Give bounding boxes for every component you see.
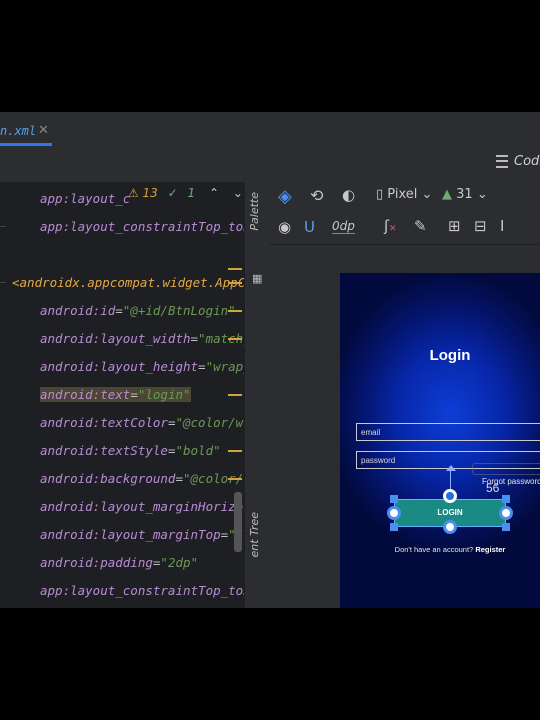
magnet-icon[interactable]: U <box>304 218 315 236</box>
editor-tab-bar: n.xml ✕ <box>0 112 540 147</box>
tab-activity-xml[interactable]: n.xml ✕ <box>0 118 52 146</box>
warning-marker[interactable] <box>228 394 242 396</box>
android-studio-window: n.xml ✕ Code ⚠ 13 ✓ 1 ⌃ ⌄ app:layout_c a… <box>0 112 540 608</box>
guidelines-icon[interactable]: ⊞ <box>448 217 461 235</box>
ok-count: 1 <box>187 186 196 200</box>
fold-marker <box>0 226 6 227</box>
warning-marker[interactable] <box>228 338 242 340</box>
code-line[interactable]: android:background="@color/tea <box>40 468 244 490</box>
component-tree-tab[interactable]: ent Tree <box>248 512 261 557</box>
code-line[interactable]: android:layout_height="wrap_con <box>40 356 244 378</box>
android-icon: ▲ <box>442 187 452 202</box>
resize-handle[interactable] <box>390 495 398 503</box>
orientation-icon[interactable]: ⟲ <box>310 186 323 205</box>
warning-marker[interactable] <box>228 450 242 452</box>
layers-icon[interactable]: ◈ <box>278 186 292 207</box>
chevron-down-icon: ⌄ <box>417 187 433 202</box>
code-line[interactable]: <androidx.appcompat.widget.AppCom <box>12 272 244 294</box>
warning-count: 13 <box>142 186 158 200</box>
resize-handle[interactable] <box>390 523 398 531</box>
design-canvas[interactable]: Login Forgot password 56 LOGIN Don't hav… <box>270 245 540 608</box>
constraint-anchor-left[interactable] <box>387 506 401 520</box>
next-highlight-icon[interactable]: ⌄ <box>233 186 243 200</box>
fold-marker <box>0 282 6 283</box>
margin-value-label: 56 <box>486 481 500 495</box>
editor-scrollbar[interactable] <box>234 492 242 552</box>
phone-icon: ▯ <box>376 187 384 202</box>
code-lines-icon <box>496 155 508 168</box>
margin-arrow-icon <box>446 465 456 471</box>
code-line[interactable]: app:layout_constraintTop_toBot <box>40 580 244 602</box>
design-toolbar: ◈ ⟲ ◐ ▯ Pixel ⌄ ▲ 31 ⌄ ◉ U 0dp ʃ✕ ✎ ⊞ ⊟ … <box>270 182 540 244</box>
tab-label: n.xml <box>0 124 37 138</box>
baseline-icon[interactable]: I <box>500 217 504 235</box>
default-margin-selector[interactable]: 0dp <box>332 219 355 234</box>
constraint-anchor-top[interactable] <box>443 489 457 503</box>
close-icon[interactable]: ✕ <box>38 123 49 138</box>
chevron-down-icon: ⌄ <box>472 187 488 202</box>
code-line[interactable]: android:layout_width="match_pa <box>40 328 244 350</box>
resize-handle[interactable] <box>502 495 510 503</box>
register-prompt: Don't have an account? Register <box>340 545 540 554</box>
code-line[interactable]: app:layout_constraintTop_toBot <box>40 216 244 238</box>
inspection-widget[interactable]: ⚠ 13 ✓ 1 ⌃ ⌄ <box>128 186 243 206</box>
constraint-anchor-right[interactable] <box>499 506 513 520</box>
code-line[interactable]: android:textColor="@color/whit <box>40 412 244 434</box>
code-line[interactable]: android:textStyle="bold" <box>40 440 221 462</box>
constraint-anchor-bottom[interactable] <box>443 520 457 534</box>
code-view-label: Code <box>514 154 540 169</box>
login-button-label: LOGIN <box>437 508 463 517</box>
code-view-button[interactable]: Code <box>496 154 540 169</box>
code-line[interactable]: android:padding="2dp" <box>40 552 198 574</box>
code-line[interactable]: app:layout_c <box>40 188 130 210</box>
prev-highlight-icon[interactable]: ⌃ <box>209 186 219 200</box>
register-link[interactable]: Register <box>475 545 505 554</box>
login-title[interactable]: Login <box>340 347 540 364</box>
resize-handle[interactable] <box>502 523 510 531</box>
clear-constraints-icon[interactable]: ʃ✕ <box>384 217 397 235</box>
code-editor[interactable]: ⚠ 13 ✓ 1 ⌃ ⌄ app:layout_c app:layout_con… <box>0 182 244 608</box>
warning-marker[interactable] <box>228 310 242 312</box>
device-label: Pixel <box>387 187 418 202</box>
code-line[interactable]: android:id="@+id/BtnLogin" <box>40 300 236 322</box>
palette-grid-icon[interactable]: ▦ <box>252 272 262 285</box>
check-icon: ✓ <box>167 186 178 200</box>
design-side-strip: Palette ▦ ent Tree <box>244 182 272 608</box>
align-icon[interactable]: ⊟ <box>474 217 487 235</box>
palette-tab[interactable]: Palette <box>248 192 261 231</box>
email-field[interactable] <box>356 423 540 441</box>
warning-marker[interactable] <box>228 268 242 270</box>
code-line-selected[interactable]: android:text="login" <box>40 384 191 406</box>
warning-marker[interactable] <box>228 478 242 480</box>
view-mode-bar: Code <box>0 146 540 182</box>
margin-indicator <box>472 463 540 475</box>
infer-constraints-icon[interactable]: ✎ <box>414 217 427 235</box>
register-prefix: Don't have an account? <box>394 545 474 554</box>
api-selector[interactable]: ▲ 31 ⌄ <box>442 187 488 202</box>
code-line[interactable]: android:layout_marginHorizont <box>40 496 244 518</box>
device-preview[interactable]: Login Forgot password 56 LOGIN Don't hav… <box>340 273 540 608</box>
code-line[interactable]: android:layout_marginTop="56 <box>40 524 244 546</box>
eye-icon[interactable]: ◉ <box>278 218 291 236</box>
warning-marker[interactable] <box>228 282 242 284</box>
theme-icon[interactable]: ◐ <box>342 186 355 204</box>
device-selector[interactable]: ▯ Pixel ⌄ <box>376 187 432 202</box>
api-label: 31 <box>456 187 473 202</box>
